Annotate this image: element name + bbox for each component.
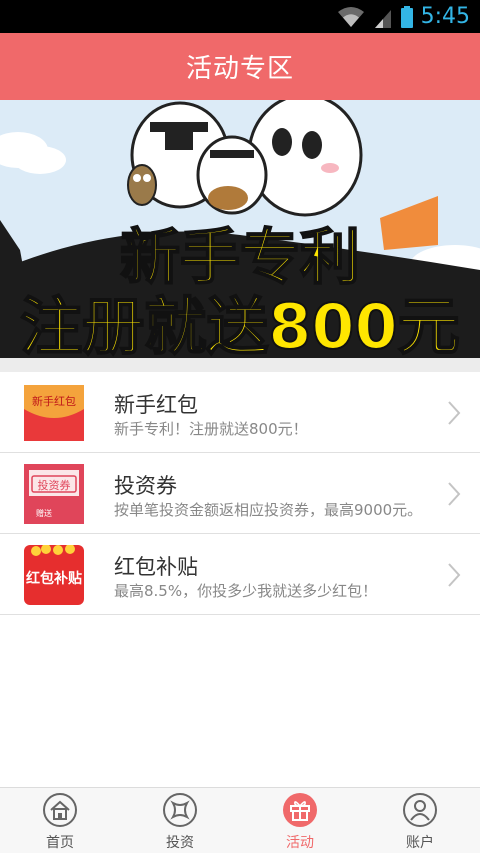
gift-icon (283, 793, 317, 827)
item-description: 按单笔投资金额返相应投资券，最高9000元。 (114, 501, 423, 519)
svg-text:投资券: 投资券 (38, 478, 71, 492)
chevron-right-icon (448, 401, 461, 425)
tab-label: 投资 (166, 835, 194, 851)
tab-activity[interactable]: 活动 (240, 788, 360, 853)
activity-list: 新手红包 新手红包 新手专利！注册就送800元！ 投资券 赠送 投资券 按单笔投… (0, 372, 480, 615)
item-description: 新手专利！注册就送800元！ (114, 420, 308, 438)
chevron-right-icon (448, 563, 461, 587)
tab-label: 首页 (46, 835, 74, 851)
invest-icon (163, 793, 197, 827)
list-item-newbie-redpacket[interactable]: 新手红包 新手红包 新手专利！注册就送800元！ (0, 372, 480, 453)
banner-illustration: 新手专利 注册就送800元 (0, 100, 480, 358)
item-title: 红包补贴 (114, 555, 198, 579)
chevron-right-icon (448, 482, 461, 506)
item-description: 最高8.5%，你投多少我就送多少红包！ (114, 582, 378, 600)
svg-text:赠送: 赠送 (36, 508, 52, 518)
wifi-icon (337, 6, 365, 28)
page-header: 活动专区 (0, 33, 480, 100)
account-icon (403, 793, 437, 827)
list-item-investment-coupon[interactable]: 投资券 赠送 投资券 按单笔投资金额返相应投资券，最高9000元。 (0, 453, 480, 534)
banner-line-1: 新手专利 (120, 223, 360, 293)
coupon-icon: 投资券 赠送 (24, 464, 84, 524)
promo-banner[interactable]: 新手专利 注册就送800元 (0, 100, 480, 358)
status-bar: 5:45 (0, 0, 480, 33)
status-time: 5:45 (420, 4, 470, 29)
svg-text:红包补贴: 红包补贴 (26, 570, 82, 587)
home-icon (43, 793, 77, 827)
list-item-redpacket-subsidy[interactable]: 红包补贴 红包补贴 最高8.5%，你投多少我就送多少红包！ (0, 534, 480, 615)
tab-invest[interactable]: 投资 (120, 788, 240, 853)
tab-home[interactable]: 首页 (0, 788, 120, 853)
item-title: 新手红包 (114, 393, 198, 417)
gift-packet-icon: 红包补贴 (24, 545, 84, 605)
bottom-tab-bar: 首页 投资 活动 账户 (0, 787, 480, 853)
banner-line-2: 注册就送800元 (20, 290, 459, 358)
section-divider (0, 358, 480, 372)
svg-text:新手红包: 新手红包 (32, 394, 76, 408)
tab-account[interactable]: 账户 (360, 788, 480, 853)
item-title: 投资券 (114, 474, 177, 498)
red-envelope-icon: 新手红包 (24, 383, 84, 443)
page-title: 活动专区 (185, 54, 294, 84)
signal-icon (373, 6, 393, 28)
tab-label: 活动 (286, 835, 314, 851)
tab-label: 账户 (406, 835, 434, 851)
battery-icon (400, 5, 413, 28)
